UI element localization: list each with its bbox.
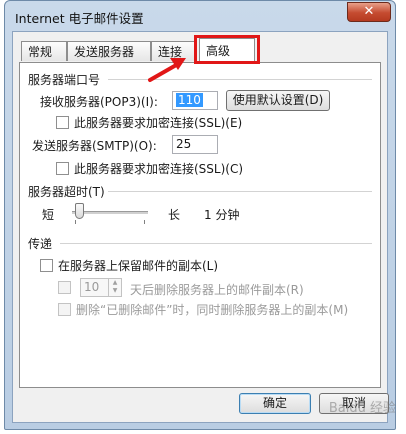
remove-after-days-spinner[interactable]: 10 ▲ ▼: [80, 278, 122, 297]
tab-outgoing-server[interactable]: 发送服务器: [67, 41, 151, 61]
close-icon: ✕: [363, 4, 375, 19]
outgoing-port-value: 25: [176, 137, 192, 151]
timeout-long-label: 长: [168, 208, 181, 222]
remove-after-checkbox[interactable]: [58, 281, 71, 294]
outgoing-port-input[interactable]: 25: [172, 135, 218, 154]
advanced-panel: 服务器端口号 接收服务器(POP3)(I): 110 使用默认设置(D) 此服务…: [19, 62, 381, 388]
use-defaults-button[interactable]: 使用默认设置(D): [226, 90, 330, 111]
slider-tick: [144, 220, 145, 224]
timeout-separator: [108, 191, 372, 192]
tab-highlight-box: [194, 35, 260, 64]
timeout-slider[interactable]: [72, 203, 148, 224]
tab-general[interactable]: 常规: [21, 41, 67, 61]
spinner-up-icon[interactable]: ▲: [109, 279, 121, 287]
slider-tick: [75, 220, 76, 224]
ports-group-label: 服务器端口号: [28, 73, 101, 87]
spinner-down-icon[interactable]: ▼: [109, 287, 121, 295]
timeout-slider-thumb[interactable]: [75, 203, 84, 219]
remove-when-deleted-checkbox[interactable]: [58, 303, 71, 316]
leave-copy-checkbox[interactable]: [40, 259, 53, 272]
dialog-client-area: 常规 发送服务器 连接 高级 服务器端口号 接收服务器(POP3)(I): 11…: [12, 31, 389, 423]
spinner-arrows[interactable]: ▲ ▼: [108, 279, 121, 296]
incoming-port-label: 接收服务器(POP3)(I):: [40, 95, 158, 109]
title-bar[interactable]: Internet 电子邮件设置 ✕: [5, 1, 395, 31]
close-button[interactable]: ✕: [347, 2, 391, 22]
settings-dialog: Internet 电子邮件设置 ✕ 常规 发送服务器 连接 高级 服务器端口号 …: [4, 0, 396, 430]
remove-after-days-value: 10: [84, 280, 100, 294]
timeout-label: 服务器超时(T): [28, 185, 105, 199]
delivery-separator: [60, 243, 372, 244]
timeout-short-label: 短: [42, 208, 55, 222]
outgoing-port-label: 发送服务器(SMTP)(O):: [32, 139, 157, 153]
remove-when-deleted-label: 删除“已删除邮件”时，同时删除服务器上的副本(M): [76, 303, 349, 317]
outgoing-ssl-checkbox[interactable]: [56, 162, 69, 175]
ports-separator: [108, 79, 372, 80]
window-title: Internet 电子邮件设置: [15, 11, 144, 26]
timeout-value: 1 分钟: [204, 208, 240, 222]
ok-button[interactable]: 确定: [239, 393, 311, 414]
watermark-logo: Baidu 经验: [328, 401, 396, 416]
delivery-group-label: 传递: [28, 237, 53, 251]
tab-strip: 常规 发送服务器 连接 高级: [19, 35, 381, 64]
remove-after-label: 天后删除服务器上的邮件副本(R): [130, 283, 304, 297]
incoming-port-value: 110: [176, 93, 203, 107]
incoming-port-input[interactable]: 110: [172, 91, 218, 110]
incoming-ssl-checkbox[interactable]: [56, 116, 69, 129]
incoming-ssl-label[interactable]: 此服务器要求加密连接(SSL)(E): [74, 114, 242, 131]
leave-copy-label[interactable]: 在服务器上保留邮件的副本(L): [58, 257, 218, 274]
outgoing-ssl-label[interactable]: 此服务器要求加密连接(SSL)(C): [74, 160, 243, 177]
tab-connection[interactable]: 连接: [151, 41, 197, 61]
